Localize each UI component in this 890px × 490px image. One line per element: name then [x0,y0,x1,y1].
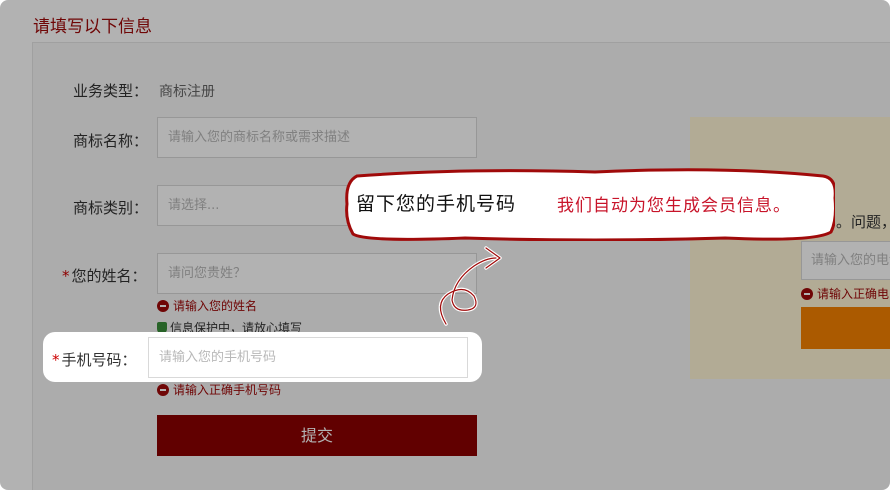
phone-label-row: * 手机号码： [52,349,137,370]
callout-text: 留下您的手机号码 [356,193,517,215]
phone-input[interactable]: 请输入您的手机号码 [148,337,468,378]
phone-label: 手机号码： [61,351,137,369]
required-mark: * [52,351,60,369]
callout-text-red: 我们自动为您生成会员信息。 [557,196,791,216]
phone-spotlight: * 手机号码： 请输入您的手机号码 [43,332,482,382]
page: 请填写以下信息 业务类型： 商标注册 商标名称： 请输入您的商标名称或需求描述 … [0,0,890,490]
curly-arrow-icon [438,246,502,326]
